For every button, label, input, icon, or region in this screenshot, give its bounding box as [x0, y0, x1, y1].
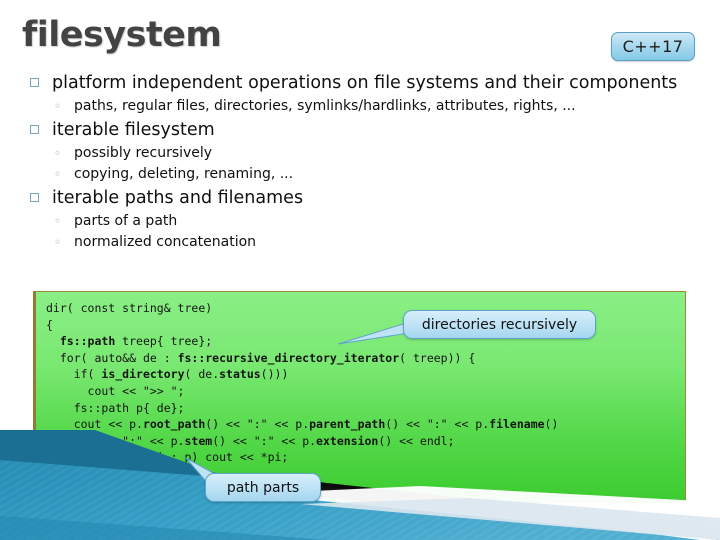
circle-bullet-icon: ◦ [54, 213, 62, 228]
page-title: filesystem [22, 15, 222, 55]
bullet-text: paths, regular files, directories, symli… [74, 97, 576, 114]
bullet-item: ◦ parts of a path [54, 211, 700, 232]
callout-directories-recursively: directories recursively [403, 310, 596, 339]
bullet-item: ◦ normalized concatenation [54, 232, 700, 253]
circle-bullet-icon: ◦ [54, 166, 62, 181]
bullet-item: ◦ copying, deleting, renaming, ... [54, 164, 700, 185]
bullet-text: platform independent operations on file … [52, 73, 678, 93]
square-bullet-icon [30, 124, 52, 137]
square-bullet-icon [30, 77, 52, 90]
bullet-text: iterable filesystem [52, 119, 215, 140]
bullet-text: iterable paths and filenames [52, 187, 304, 208]
bullet-item: ◦ possibly recursively [54, 143, 700, 164]
slide: filesystem C++17 platform independent op… [0, 0, 720, 540]
bullet-item: iterable filesystem [30, 118, 700, 143]
bullet-item: platform independent operations on file … [30, 71, 700, 96]
bullet-item: ◦ paths, regular files, directories, syml… [54, 96, 700, 117]
circle-bullet-icon: ◦ [54, 145, 62, 160]
bullet-list: platform independent operations on file … [30, 70, 700, 253]
bullet-item: iterable paths and filenames [30, 186, 700, 211]
square-bullet-icon [30, 192, 52, 205]
bullet-text: parts of a path [74, 212, 178, 229]
circle-bullet-icon: ◦ [54, 98, 62, 113]
bullet-text: possibly recursively [74, 144, 213, 161]
bullet-text: copying, deleting, renaming, ... [74, 165, 294, 182]
cpp-version-badge: C++17 [611, 32, 695, 61]
callout-path-parts: path parts [205, 473, 321, 502]
bullet-text: normalized concatenation [74, 233, 257, 250]
circle-bullet-icon: ◦ [54, 234, 62, 249]
